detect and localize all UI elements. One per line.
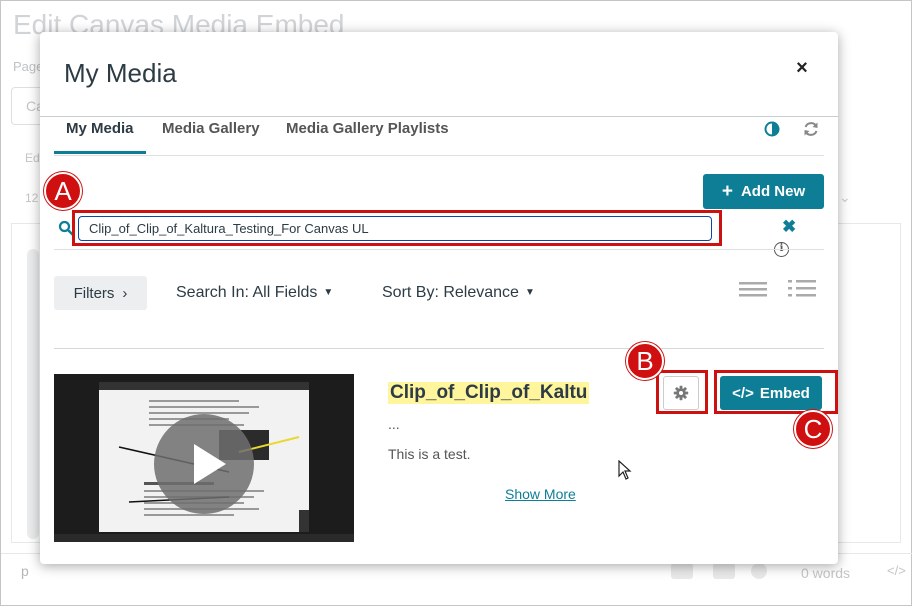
tab-media-gallery[interactable]: Media Gallery bbox=[150, 116, 272, 154]
detailed-view-icon[interactable] bbox=[739, 278, 767, 300]
close-icon[interactable]: × bbox=[790, 56, 814, 80]
refresh-icon[interactable] bbox=[802, 120, 820, 138]
results-divider bbox=[54, 348, 824, 349]
add-new-button[interactable]: + Add New bbox=[703, 174, 824, 209]
annotation-callout-a: A bbox=[44, 172, 82, 210]
annotation-box-c bbox=[714, 370, 838, 414]
show-more-link[interactable]: Show More bbox=[505, 486, 576, 502]
clear-search-icon[interactable]: ✖ bbox=[782, 217, 796, 237]
annotation-box-b bbox=[656, 370, 708, 414]
tab-my-media[interactable]: My Media bbox=[54, 116, 146, 154]
play-icon[interactable] bbox=[154, 414, 254, 514]
chevron-down-icon: ▼ bbox=[323, 287, 334, 298]
sort-by-label: Sort By: Relevance bbox=[382, 284, 519, 301]
media-description: This is a test. bbox=[388, 446, 471, 462]
compact-list-view-icon[interactable] bbox=[788, 278, 816, 300]
plus-icon: + bbox=[721, 181, 733, 202]
media-thumbnail[interactable] bbox=[54, 374, 354, 542]
chevron-right-icon: › bbox=[122, 284, 128, 302]
chevron-down-icon: ▼ bbox=[524, 287, 535, 298]
dialog-title: My Media bbox=[64, 58, 177, 88]
search-in-label: Search In: All Fields bbox=[176, 284, 318, 301]
contrast-icon[interactable] bbox=[764, 121, 780, 137]
search-in-dropdown[interactable]: Search In: All Fields ▼ bbox=[176, 284, 333, 302]
tabs-divider bbox=[54, 155, 824, 156]
annotation-callout-b: B bbox=[626, 342, 664, 380]
my-media-dialog: My Media × My Media Media Gallery Media … bbox=[40, 32, 838, 564]
media-ellipsis: ... bbox=[388, 416, 400, 432]
add-new-label: Add New bbox=[740, 183, 806, 200]
tab-media-gallery-playlists[interactable]: Media Gallery Playlists bbox=[274, 116, 461, 154]
sort-by-dropdown[interactable]: Sort By: Relevance ▼ bbox=[382, 284, 535, 302]
annotation-callout-c: C bbox=[794, 410, 832, 448]
filters-label: Filters bbox=[73, 284, 115, 302]
filters-button[interactable]: Filters › bbox=[54, 276, 147, 310]
thumbnail-taskbar bbox=[54, 534, 354, 542]
mouse-cursor-icon bbox=[618, 460, 632, 480]
search-divider bbox=[54, 249, 824, 250]
media-title[interactable]: Clip_of_Clip_of_Kaltu bbox=[388, 382, 590, 404]
annotation-box-a bbox=[72, 210, 722, 246]
